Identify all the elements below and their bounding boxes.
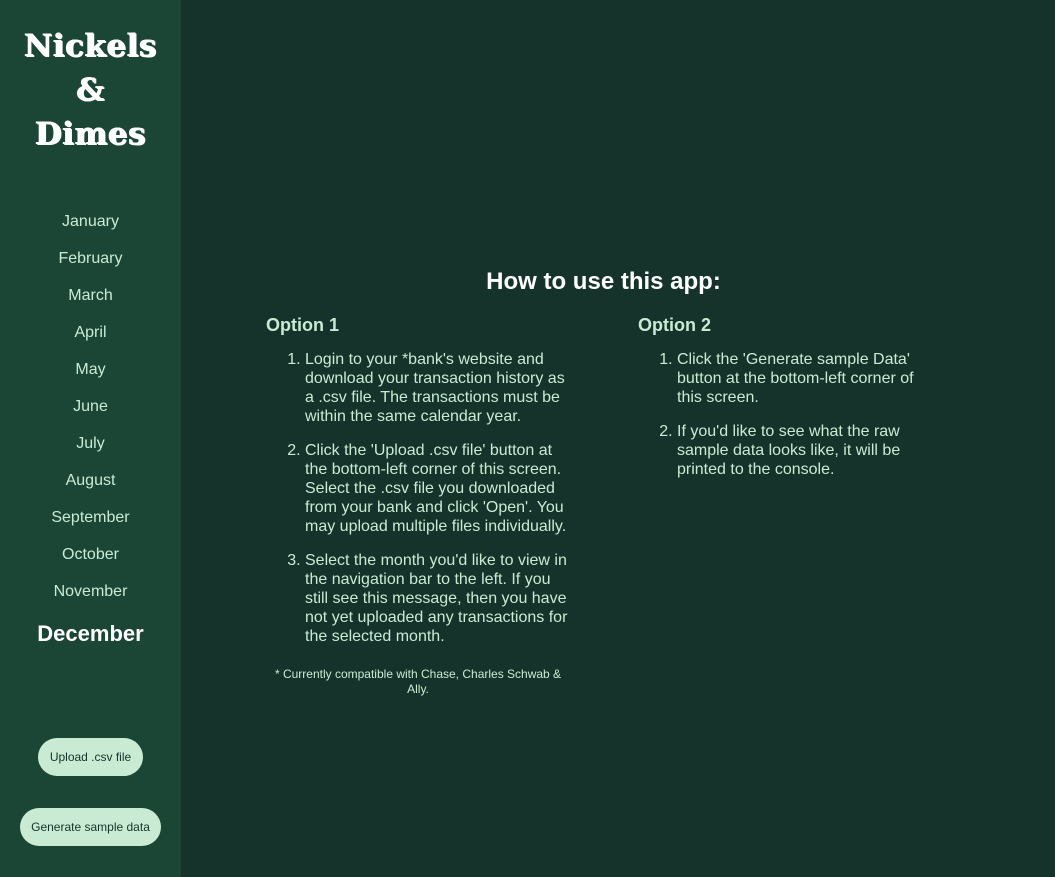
- option-2-steps: Click the 'Generate sample Data' button …: [638, 350, 927, 479]
- option-1-section: Option 1 Login to your *bank's website a…: [266, 315, 576, 661]
- compatibility-note: * Currently compatible with Chase, Charl…: [274, 667, 562, 696]
- option-2-section: Option 2 Click the 'Generate sample Data…: [638, 315, 948, 494]
- logo-line-3: Dimes: [34, 116, 147, 152]
- generate-sample-data-button[interactable]: Generate sample data: [20, 808, 161, 846]
- option-1-step: Login to your *bank's website and downlo…: [305, 350, 575, 426]
- option-1-step: Click the 'Upload .csv file' button at t…: [305, 441, 575, 536]
- logo-line-1: Nickels: [24, 28, 157, 64]
- month-august[interactable]: August: [0, 462, 181, 499]
- page-title: How to use this app:: [486, 268, 721, 295]
- month-september[interactable]: September: [0, 499, 181, 536]
- month-april[interactable]: April: [0, 314, 181, 351]
- month-june[interactable]: June: [0, 388, 181, 425]
- option-1-heading: Option 1: [266, 315, 339, 335]
- option-1-steps: Login to your *bank's website and downlo…: [266, 350, 575, 646]
- sidebar: Nickels & Dimes January February March A…: [0, 0, 181, 877]
- option-2-step: If you'd like to see what the raw sample…: [677, 422, 927, 479]
- option-2-step: Click the 'Generate sample Data' button …: [677, 350, 927, 407]
- option-2-heading: Option 2: [638, 315, 711, 335]
- month-july[interactable]: July: [0, 425, 181, 462]
- month-january[interactable]: January: [0, 203, 181, 240]
- month-february[interactable]: February: [0, 240, 181, 277]
- app-logo: Nickels & Dimes: [0, 24, 181, 156]
- month-march[interactable]: March: [0, 277, 181, 314]
- upload-csv-button[interactable]: Upload .csv file: [38, 738, 143, 776]
- logo-line-2: &: [76, 72, 105, 108]
- month-december[interactable]: December: [0, 610, 181, 658]
- month-may[interactable]: May: [0, 351, 181, 388]
- option-1-step: Select the month you'd like to view in t…: [305, 551, 575, 646]
- month-nav: January February March April May June Ju…: [0, 203, 181, 658]
- month-october[interactable]: October: [0, 536, 181, 573]
- month-november[interactable]: November: [0, 573, 181, 610]
